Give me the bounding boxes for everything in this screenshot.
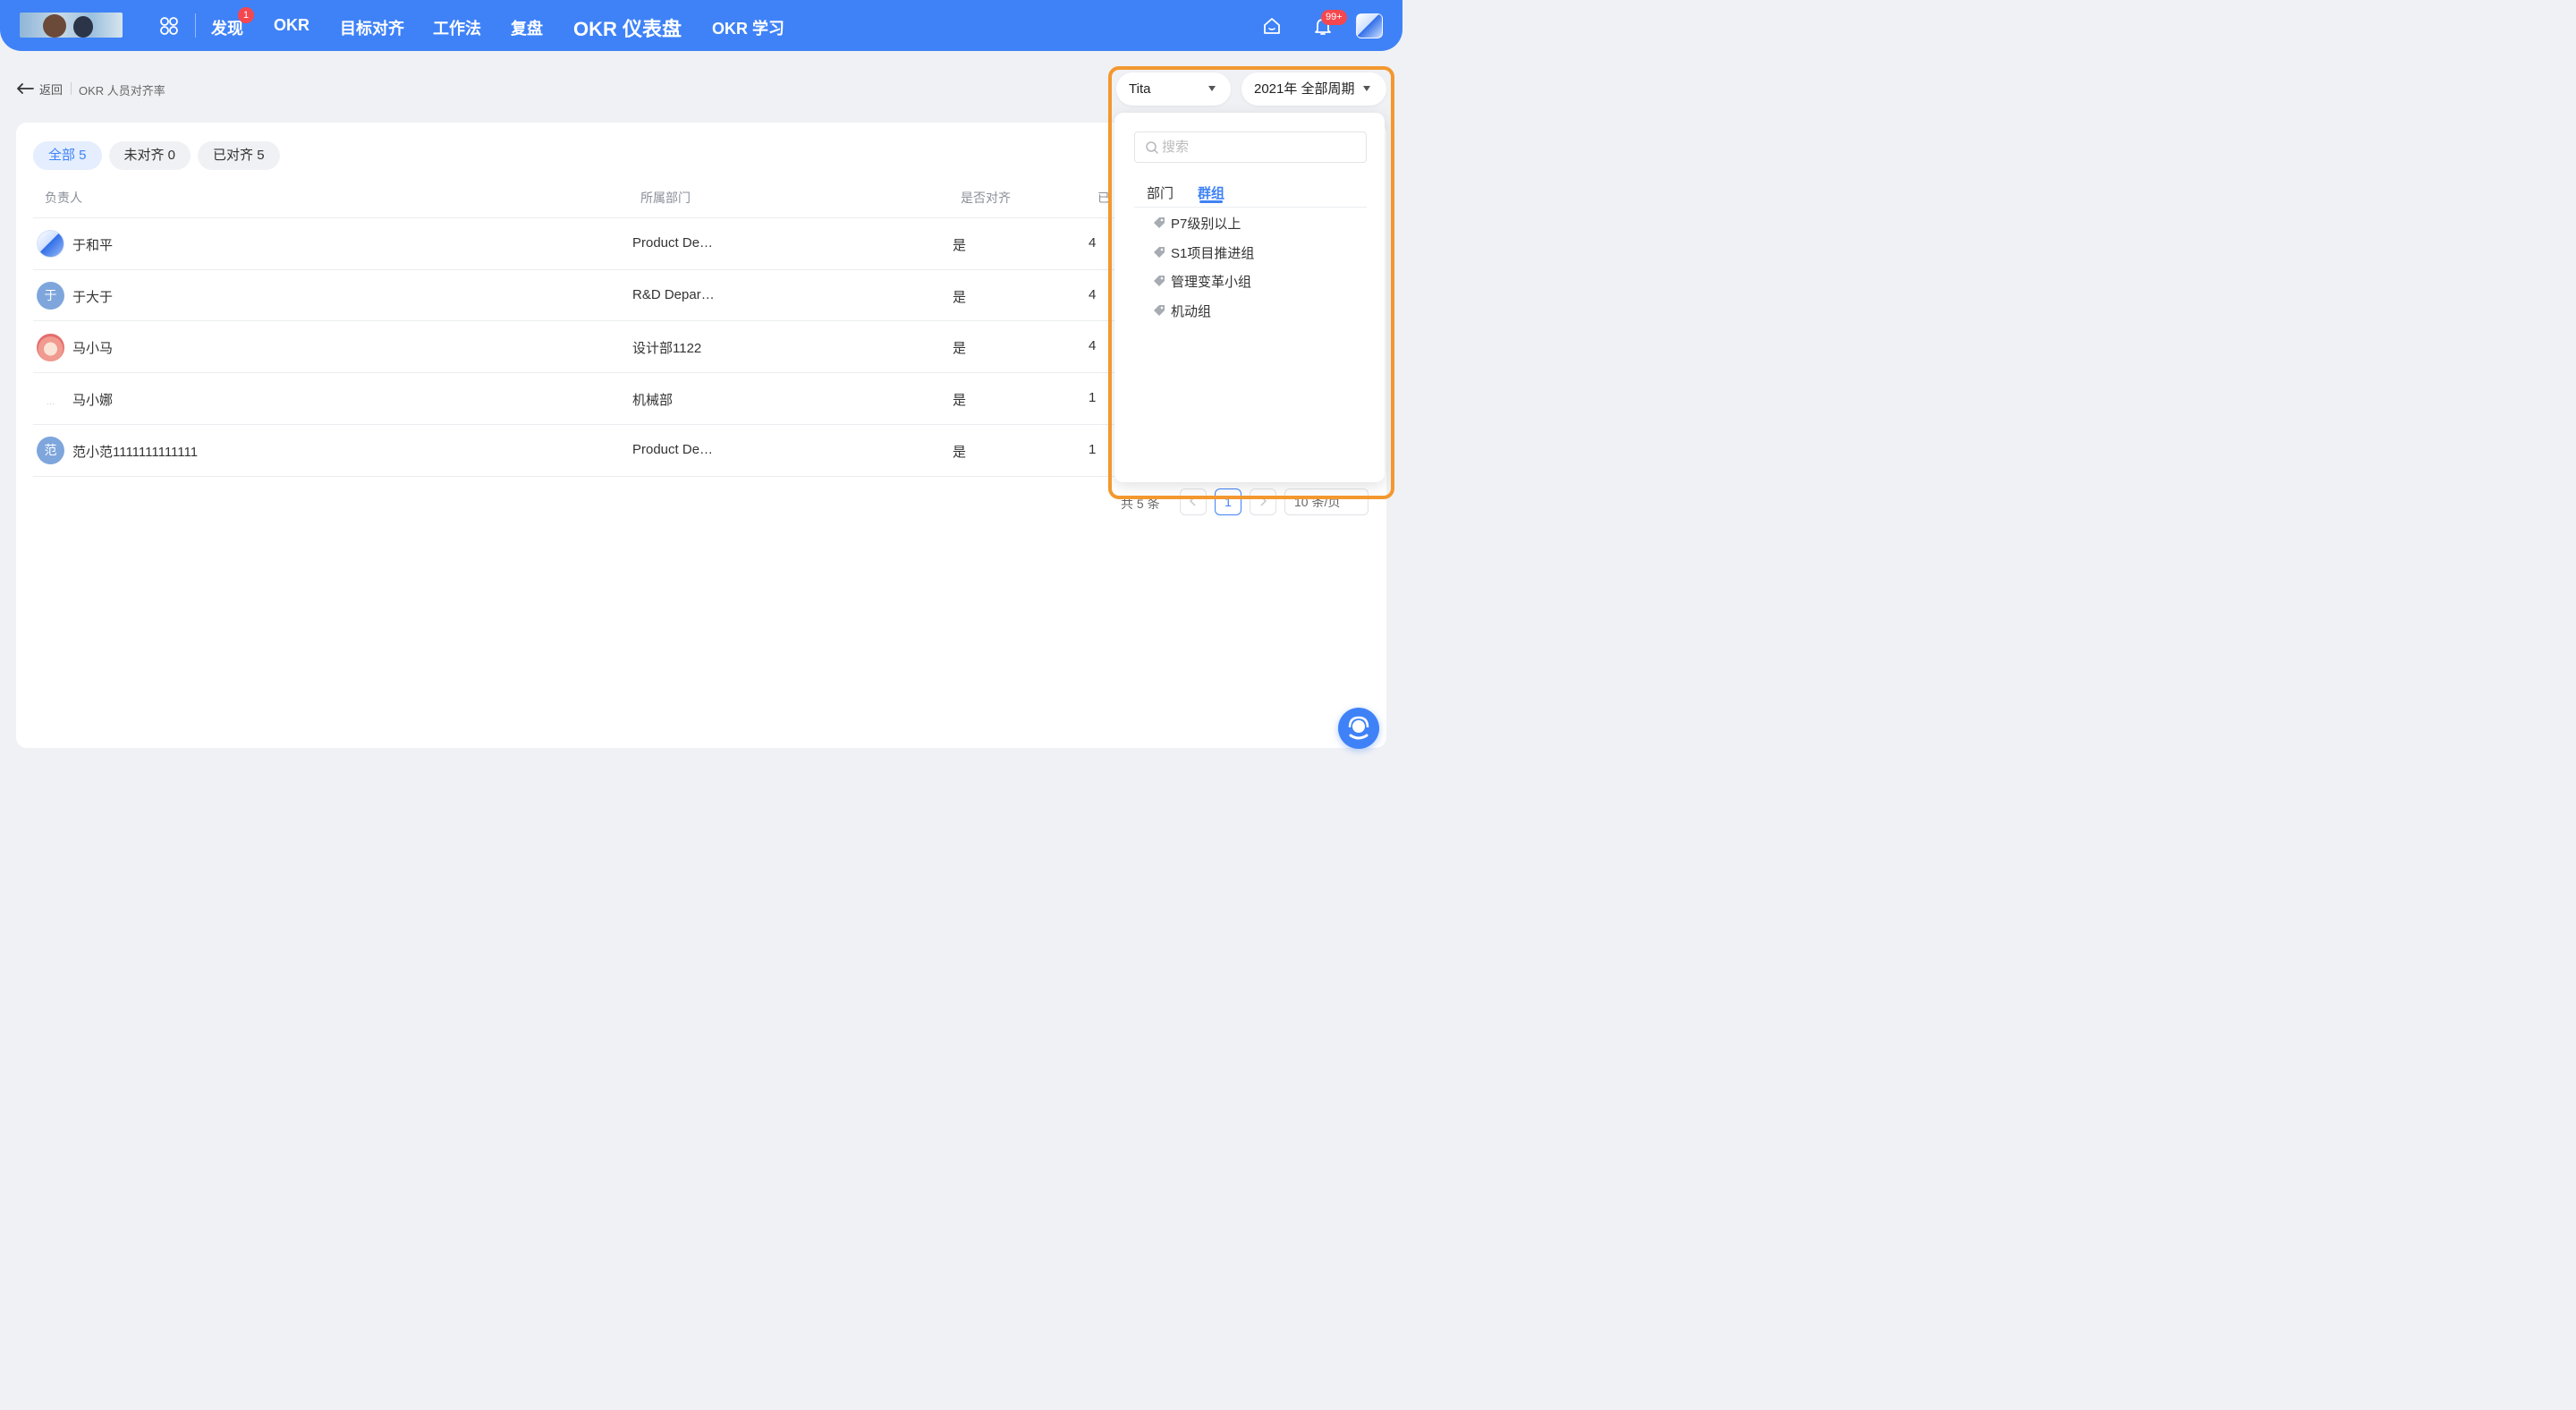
- filter-aligned[interactable]: 已对齐 5: [198, 141, 280, 170]
- aligned-value: 是: [953, 341, 967, 356]
- pagination-prev[interactable]: [1180, 488, 1207, 515]
- breadcrumb-separator: [71, 82, 72, 95]
- apps-icon[interactable]: [159, 16, 179, 36]
- period-select-value: 2021年 全部周期: [1254, 81, 1355, 97]
- nav-review[interactable]: 复盘: [511, 16, 543, 39]
- group-item[interactable]: P7级别以上: [1152, 214, 1241, 232]
- tab-divider: [1134, 207, 1367, 208]
- org-dropdown-panel: 部门 群组 P7级别以上 S1项目推进组 管理变革小组 机动组: [1114, 113, 1385, 482]
- department-name: Product De…: [632, 235, 714, 251]
- column-header-department: 所属部门: [640, 191, 691, 205]
- group-item-label: P7级别以上: [1171, 216, 1241, 232]
- org-select-value: Tita: [1129, 81, 1151, 97]
- nav-work-method[interactable]: 工作法: [433, 16, 481, 39]
- group-item[interactable]: 管理变革小组: [1152, 272, 1251, 290]
- help-button[interactable]: [1338, 708, 1379, 749]
- nav-okr-dashboard[interactable]: OKR 仪表盘: [573, 13, 682, 42]
- group-item[interactable]: S1项目推进组: [1152, 243, 1254, 261]
- aligned-value: 是: [953, 290, 967, 305]
- dropdown-search[interactable]: [1134, 132, 1367, 163]
- count-value: 4: [1089, 287, 1097, 302]
- chevron-left-icon: [1189, 496, 1196, 506]
- tag-icon: [1154, 275, 1165, 286]
- page-size-select[interactable]: 10 条/页: [1284, 488, 1368, 515]
- pagination-page[interactable]: 1: [1215, 488, 1241, 515]
- avatar: [37, 230, 64, 258]
- aligned-value: 是: [953, 238, 967, 253]
- period-select[interactable]: 2021年 全部周期: [1241, 72, 1386, 106]
- column-header-aligned: 是否对齐: [961, 191, 1011, 205]
- tag-icon: [1154, 304, 1165, 316]
- caret-down-icon: [1208, 86, 1216, 91]
- org-select[interactable]: Tita: [1116, 72, 1231, 106]
- nav-okr-learning[interactable]: OKR 学习: [712, 16, 784, 39]
- discover-badge: 1: [238, 7, 254, 23]
- column-header-count: 已: [1097, 191, 1110, 205]
- caret-down-icon: [1363, 86, 1370, 91]
- owner-name[interactable]: 于和平: [72, 235, 113, 254]
- nav-goal-alignment[interactable]: 目标对齐: [340, 16, 404, 39]
- headset-icon: [1348, 716, 1369, 740]
- owner-name[interactable]: 马小娜: [72, 390, 113, 409]
- home-icon[interactable]: [1262, 16, 1282, 36]
- tag-icon: [1154, 246, 1165, 258]
- tab-department[interactable]: 部门: [1147, 183, 1174, 202]
- pagination-total: 共 5 条: [1121, 497, 1160, 511]
- group-item-label: 机动组: [1171, 303, 1212, 319]
- user-avatar[interactable]: [1356, 13, 1383, 38]
- aligned-value: 是: [953, 393, 967, 408]
- count-value: 1: [1089, 442, 1097, 457]
- back-label: 返回: [39, 82, 64, 97]
- active-tab-indicator: [1199, 200, 1223, 203]
- notification-badge: 99+: [1321, 10, 1347, 25]
- column-header-owner: 负责人: [45, 191, 82, 205]
- owner-name[interactable]: 范小范1111111111111: [72, 442, 198, 461]
- filter-tabs: 全部 5 未对齐 0 已对齐 5: [33, 141, 280, 170]
- pagination-next[interactable]: [1250, 488, 1276, 515]
- tab-group[interactable]: 群组: [1198, 183, 1224, 202]
- aligned-value: 是: [953, 445, 967, 460]
- nav-okr[interactable]: OKR: [274, 16, 309, 35]
- owner-name[interactable]: 马小马: [72, 338, 113, 357]
- filter-unaligned[interactable]: 未对齐 0: [108, 141, 191, 170]
- department-name: 设计部1122: [632, 341, 702, 356]
- back-button[interactable]: 返回: [16, 79, 63, 98]
- brand-logo[interactable]: [20, 13, 123, 38]
- group-item[interactable]: 机动组: [1152, 302, 1211, 319]
- count-value: 1: [1089, 390, 1097, 405]
- avatar: 于: [37, 282, 64, 310]
- avatar: [37, 334, 64, 361]
- search-input[interactable]: [1162, 132, 1359, 162]
- search-icon: [1146, 141, 1158, 154]
- tag-icon: [1154, 217, 1165, 228]
- breadcrumb-current-page: OKR 人员对齐率: [79, 84, 165, 98]
- nav-divider: [195, 13, 196, 38]
- group-item-label: 管理变革小组: [1171, 274, 1252, 290]
- avatar: 范: [37, 437, 64, 464]
- chevron-right-icon: [1260, 496, 1267, 506]
- count-value: 4: [1089, 338, 1097, 353]
- filter-all[interactable]: 全部 5: [33, 141, 102, 170]
- owner-name[interactable]: 于大于: [72, 287, 113, 306]
- department-name: Product De…: [632, 442, 714, 457]
- avatar: …: [37, 385, 64, 412]
- group-item-label: S1项目推进组: [1171, 245, 1255, 261]
- top-navigation-bar: 发现 1 OKR 目标对齐 工作法 复盘 OKR 仪表盘 OKR 学习 99+: [0, 0, 1402, 51]
- department-name: R&D Depar…: [632, 287, 715, 302]
- count-value: 4: [1089, 235, 1097, 251]
- department-name: 机械部: [632, 393, 674, 408]
- back-arrow-icon: [17, 83, 34, 94]
